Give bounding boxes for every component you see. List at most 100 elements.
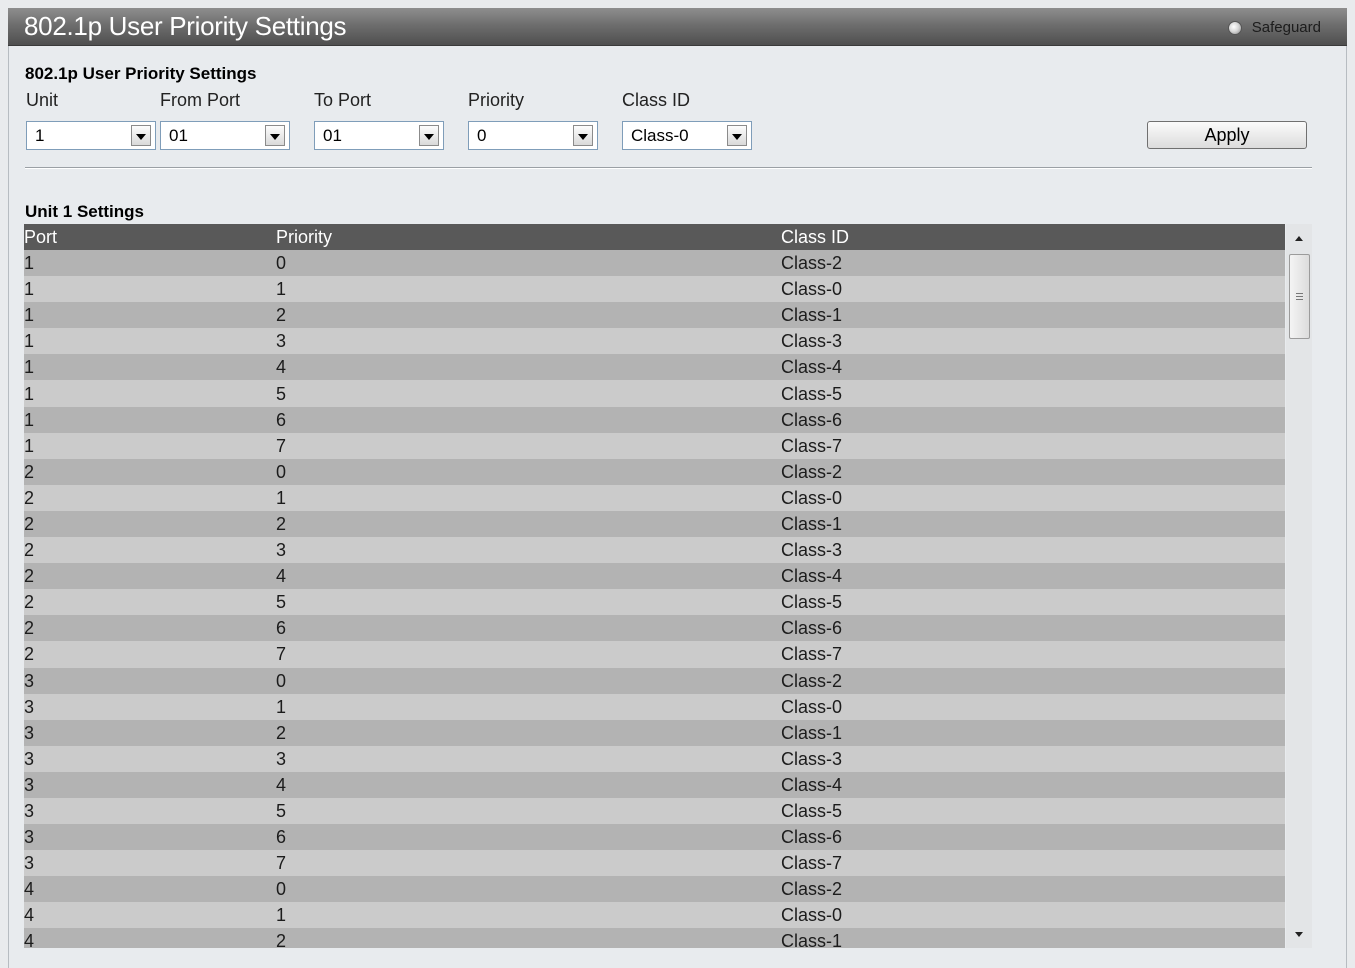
class-id-cell: Class-2 (781, 879, 843, 900)
priority-cell: 1 (276, 279, 287, 300)
table-row: 1 2 Class-1 (24, 302, 1285, 329)
port-cell: 2 (24, 592, 35, 613)
table-header-row: Port Priority Class ID (24, 224, 1285, 250)
table-section-title: Unit 1 Settings (25, 202, 145, 221)
title-bar: 802.1p User Priority Settings Safeguard (8, 8, 1347, 46)
chevron-down-icon[interactable] (727, 125, 747, 146)
unit-select[interactable]: 1 (26, 121, 156, 150)
chevron-down-icon[interactable] (131, 125, 151, 146)
class-id-cell: Class-2 (781, 461, 843, 482)
table-body: 1 0 Class-2 1 1 Class-0 1 2 Class-1 1 3 Class-3 1 4 Cl… (24, 250, 1285, 948)
port-cell: 1 (24, 331, 35, 352)
class-id-cell: Class-0 (781, 905, 843, 926)
priority-cell: 6 (276, 618, 287, 639)
port-cell: 2 (24, 618, 35, 639)
scrollbar-thumb[interactable] (1289, 254, 1310, 339)
priority-cell: 7 (276, 644, 287, 665)
safeguard-status-icon (1227, 20, 1242, 35)
table-row: 3 3 Class-3 (24, 745, 1285, 772)
table-row: 2 4 Class-4 (24, 563, 1285, 590)
table-row: 2 5 Class-5 (24, 589, 1285, 616)
chevron-down-icon[interactable] (265, 125, 285, 146)
port-cell: 3 (24, 748, 35, 769)
class-id-cell: Class-5 (781, 383, 843, 404)
to-port-select[interactable]: 01 (314, 121, 444, 150)
priority-cell: 4 (276, 357, 287, 378)
table-row: 2 6 Class-6 (24, 615, 1285, 642)
priority-table-viewport: Port Priority Class ID 1 0 Class-2 1 1 Class-… (24, 224, 1285, 948)
table-row: 3 2 Class-1 (24, 719, 1285, 746)
table-row: 3 0 Class-2 (24, 667, 1285, 694)
port-cell: 2 (24, 540, 35, 561)
table-row: 2 2 Class-1 (24, 510, 1285, 538)
safeguard-label: Safeguard (1251, 19, 1321, 36)
to-port-label: To Port (314, 90, 372, 110)
unit-select-value: 1 (35, 125, 45, 145)
port-cell: 3 (24, 722, 35, 743)
class-id-cell: Class-1 (781, 931, 843, 948)
port-cell: 2 (24, 513, 35, 534)
priority-cell: 5 (276, 801, 287, 822)
class-id-cell: Class-3 (781, 748, 843, 769)
class-id-cell: Class-1 (781, 722, 843, 743)
from-port-label: From Port (160, 90, 241, 110)
section-divider (25, 167, 1312, 169)
chevron-down-icon[interactable] (573, 125, 593, 146)
priority-cell: 6 (276, 409, 287, 430)
table-row: 2 3 Class-3 (24, 537, 1285, 564)
priority-cell: 3 (276, 748, 287, 769)
scroll-up-arrow-icon[interactable] (1286, 227, 1312, 249)
port-cell: 1 (24, 409, 35, 430)
table-row: 1 4 Class-4 (24, 354, 1285, 381)
port-cell: 4 (24, 879, 35, 900)
class-id-cell: Class-3 (781, 540, 843, 561)
apply-button[interactable]: Apply (1147, 121, 1307, 149)
class-id-cell: Class-7 (781, 644, 843, 665)
table-row: 2 7 Class-7 (24, 641, 1285, 668)
class-id-select[interactable]: Class-0 (622, 121, 752, 150)
port-cell: 2 (24, 487, 35, 508)
table-row: 3 7 Class-7 (24, 850, 1285, 877)
chevron-down-icon[interactable] (419, 125, 439, 146)
page-title: 802.1p User Priority Settings (24, 11, 347, 41)
table-row: 1 0 Class-2 (24, 250, 1285, 277)
class-id-label: Class ID (622, 90, 691, 110)
safeguard-indicator: Safeguard (1227, 19, 1321, 36)
port-cell: 1 (24, 279, 35, 300)
port-cell: 1 (24, 435, 35, 456)
class-id-cell: Class-2 (781, 253, 843, 274)
class-id-cell: Class-1 (781, 513, 843, 534)
class-id-cell: Class-4 (781, 357, 843, 378)
table-row: 1 3 Class-3 (24, 328, 1285, 355)
table-row: 4 1 Class-0 (24, 902, 1285, 929)
to-port-select-value: 01 (323, 125, 342, 145)
priority-cell: 3 (276, 540, 287, 561)
grip-icon (1296, 293, 1303, 300)
from-port-select[interactable]: 01 (160, 121, 290, 150)
port-cell: 3 (24, 696, 35, 717)
priority-cell: 2 (276, 513, 287, 534)
class-id-cell: Class-0 (781, 696, 843, 717)
table-row: 1 7 Class-7 (24, 432, 1285, 459)
priority-cell: 0 (276, 670, 287, 691)
unit-label: Unit (26, 90, 59, 110)
table-scrollbar[interactable] (1286, 224, 1312, 948)
priority-cell: 2 (276, 931, 287, 948)
scroll-down-arrow-icon[interactable] (1286, 923, 1312, 945)
port-cell: 2 (24, 461, 35, 482)
table-row: 3 5 Class-5 (24, 797, 1285, 825)
priority-cell: 7 (276, 435, 287, 456)
port-cell: 2 (24, 566, 35, 587)
port-cell: 1 (24, 253, 35, 274)
from-port-select-value: 01 (169, 125, 188, 145)
port-cell: 3 (24, 774, 35, 795)
priority-label: Priority (468, 90, 525, 110)
table-row: 2 0 Class-2 (24, 458, 1285, 485)
priority-cell: 0 (276, 461, 287, 482)
port-cell: 2 (24, 644, 35, 665)
priority-cell: 0 (276, 879, 287, 900)
port-cell: 1 (24, 357, 35, 378)
priority-select[interactable]: 0 (468, 121, 598, 150)
table-row: 4 0 Class-2 (24, 876, 1285, 903)
priority-select-value: 0 (477, 125, 487, 145)
